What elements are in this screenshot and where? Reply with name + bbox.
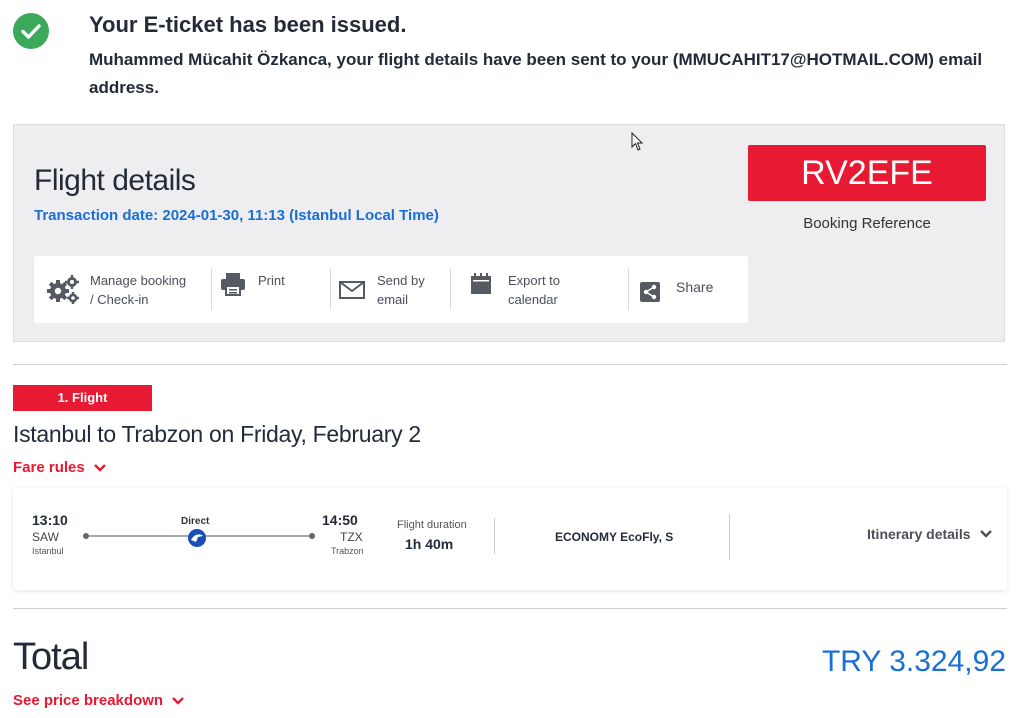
arrival-airport-code: TZX [340, 530, 363, 544]
fare-rules-label: Fare rules [13, 459, 85, 476]
flight-duration-value: 1h 40m [405, 536, 454, 552]
cabin-class: ECONOMY EcoFly, S [555, 530, 674, 544]
route-title: Istanbul to Trabzon on Friday, February … [13, 421, 421, 447]
share-button[interactable]: Share [640, 256, 713, 323]
print-button[interactable]: Print [220, 256, 285, 323]
chevron-down-icon [979, 530, 992, 538]
export-to-calendar-button[interactable]: Export to calendar [470, 256, 560, 323]
printer-icon [221, 273, 245, 296]
gears-icon [47, 274, 79, 304]
flight-segment-card: 13:10 SAW Istanbul Direct 14:50 TZX Trab… [13, 488, 1007, 590]
arrival-city: Trabzon [331, 546, 364, 556]
booking-reference-code: RV2EFE [748, 145, 986, 201]
send-email-label-line1: Send by [377, 272, 425, 288]
action-divider [211, 268, 212, 310]
departure-city: Istanbul [32, 546, 64, 556]
share-icon [640, 281, 660, 302]
chevron-down-icon [93, 463, 106, 472]
action-divider [450, 268, 451, 310]
send-email-label-line2: email [377, 291, 409, 307]
total-label: Total [13, 636, 89, 678]
success-check-icon [13, 13, 49, 49]
flight-duration-label: Flight duration [397, 519, 467, 531]
calendar-icon [471, 272, 491, 294]
export-calendar-label-line2: calendar [508, 291, 558, 307]
card-divider [729, 514, 730, 560]
action-divider [330, 268, 331, 310]
mouse-cursor-icon [631, 132, 644, 151]
section-divider [13, 364, 1007, 365]
booking-reference-label: Booking Reference [803, 215, 931, 232]
confirmation-title: Your E-ticket has been issued. [89, 12, 407, 37]
transaction-date: Transaction date: 2024-01-30, 11:13 (Ist… [34, 207, 439, 224]
flight-details-title: Flight details [34, 164, 196, 197]
action-divider [628, 268, 629, 310]
share-label: Share [676, 279, 714, 295]
price-breakdown-label: See price breakdown [13, 692, 164, 709]
fare-rules-toggle[interactable]: Fare rules [13, 459, 107, 476]
confirmation-message: Muhammed Mücahit Özkanca, your flight de… [89, 50, 983, 97]
airline-logo-icon [188, 529, 206, 547]
manage-booking-label-line1: Manage booking [90, 272, 187, 288]
arrival-time: 14:50 [322, 512, 358, 528]
itinerary-details-label: Itinerary details [867, 526, 971, 542]
itinerary-details-toggle[interactable]: Itinerary details [867, 526, 993, 542]
manage-booking-label-line2: / Check-in [90, 291, 149, 307]
departure-airport-code: SAW [32, 530, 59, 544]
section-divider [13, 608, 1007, 609]
total-amount: TRY 3.324,92 [821, 645, 1006, 678]
chevron-down-icon [172, 696, 184, 705]
card-divider [494, 518, 495, 554]
price-breakdown-toggle[interactable]: See price breakdown [13, 692, 185, 709]
booking-actions-bar: Manage booking / Check-in Print Send by … [34, 256, 748, 323]
send-by-email-button[interactable]: Send by email [339, 256, 425, 323]
manage-booking-button[interactable]: Manage booking / Check-in [46, 256, 186, 323]
departure-time: 13:10 [32, 512, 68, 528]
envelope-icon [339, 280, 365, 299]
flight-number-tag: 1. Flight [13, 385, 152, 411]
export-calendar-label-line1: Export to [508, 272, 561, 288]
print-label: Print [258, 273, 285, 288]
